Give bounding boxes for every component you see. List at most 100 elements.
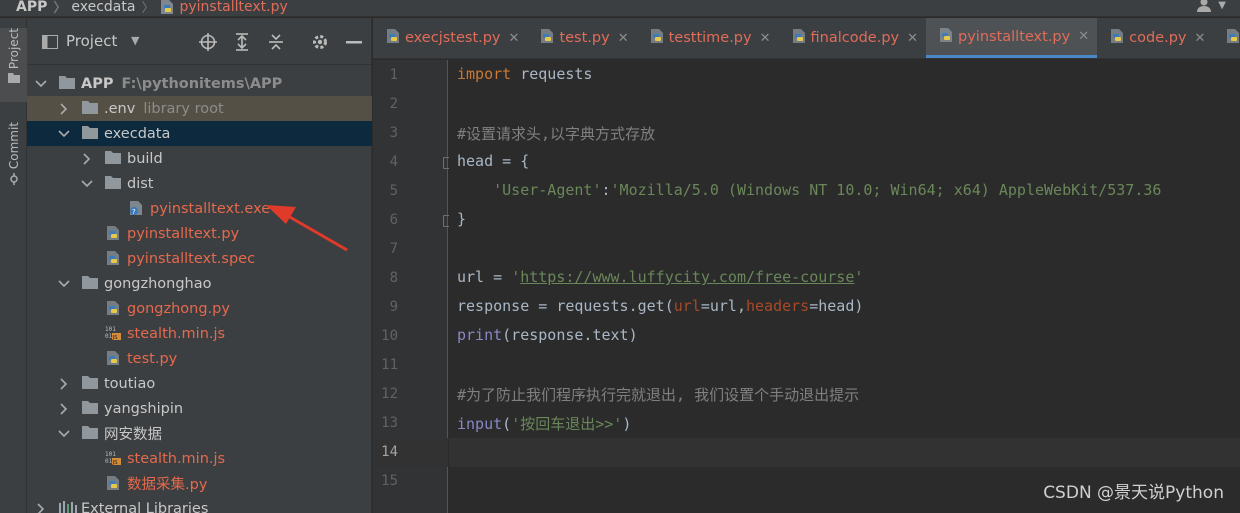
expand-all-icon[interactable] [234,33,250,51]
editor-tab[interactable]: testtime.py ✕ [637,18,779,58]
tree-item-label: test.py [127,350,178,367]
tree-item[interactable]: gongzhong.py [27,296,372,321]
tree-item[interactable]: 101 01 JS stealth.min.js [27,321,372,346]
editor-tab[interactable]: finalcode.py ✕ [779,18,927,58]
chevron-right-icon[interactable] [58,402,70,415]
tree-item-label: pyinstalltext.exe [150,200,271,217]
python-file-icon [649,28,665,48]
tree-item[interactable]: External Libraries [27,496,372,513]
python-file-icon [105,350,121,366]
tree-item[interactable]: gongzhonghao [27,271,372,296]
tree-item[interactable]: 101 01 JS stealth.min.js [27,446,372,471]
line-number: 13 [381,415,398,431]
project-tool-button[interactable]: Project [0,28,27,102]
tree-item[interactable]: pyinstalltext.py [27,221,372,246]
line-number: 12 [381,386,398,402]
tree-item-label: APP F:\pythonitems\APP [81,75,283,92]
tree-item[interactable]: .env library root [27,96,372,121]
line-number: 1 [389,67,398,83]
javascript-file-icon: 101 01 JS [105,325,121,341]
tree-item-label: gongzhonghao [104,275,212,292]
collapse-all-icon[interactable] [268,33,284,51]
tree-item[interactable]: ? pyinstalltext.exe [27,196,372,221]
editor-tab-label: testtime.py [668,30,752,46]
tree-item-label: yangshipin [104,400,184,417]
folder-icon [82,400,98,416]
view-dropdown-icon[interactable]: ▼ [131,34,139,47]
code-line: #为了防止我们程序执行完就退出, 我们设置个手动退出提示 [457,386,860,404]
tree-item[interactable]: 数据采集.py [27,471,372,496]
tree-item-label: toutiao [104,375,156,392]
tree-item[interactable]: test.py [27,346,372,371]
chevron-down-icon[interactable] [58,128,70,140]
chevron-down-icon[interactable] [81,178,93,190]
watermark-text: CSDN @景天说Python [1043,483,1224,503]
chevron-down-icon: ▼ [1218,0,1226,11]
tree-item-label: pyinstalltext.py [127,225,240,242]
python-file-icon [105,225,121,241]
close-icon[interactable]: ✕ [1078,29,1089,44]
gear-icon[interactable] [311,33,329,51]
close-icon[interactable]: ✕ [907,31,918,46]
tree-item[interactable]: pyinstalltext.spec [27,246,372,271]
editor-tab[interactable]: execjstest.py ✕ [373,18,527,58]
tree-item-hint: F:\pythonitems\APP [121,75,283,92]
tree-item-label: 数据采集.py [127,477,208,493]
project-panel-title[interactable]: Project [66,32,117,50]
code-line: print(response.text) [457,326,638,344]
code-line: head = { [457,152,530,170]
chevron-right-icon[interactable] [58,377,70,390]
navigation-bar: APP 〉 execdata 〉 pyinstalltext.py ▼ [0,0,1240,17]
chevron-down-icon[interactable] [35,78,47,90]
tree-item-label: gongzhong.py [127,300,230,317]
current-line-highlight [449,438,1240,467]
line-number: 8 [389,270,398,286]
close-icon[interactable]: ✕ [618,31,629,46]
python-file-icon [539,28,555,48]
chevron-right-icon[interactable] [35,502,47,513]
close-icon[interactable]: ✕ [760,31,771,46]
close-icon[interactable]: ✕ [1195,31,1206,46]
commit-tool-button[interactable]: Commit [0,122,27,196]
python-file-icon [1109,28,1125,48]
editor-tab[interactable]: test.py ✕ [527,18,636,58]
breadcrumb-project[interactable]: APP 〉 [16,0,71,16]
python-file-icon [1225,28,1240,48]
chevron-right-icon[interactable] [81,152,93,165]
code-editor[interactable]: import requests #设置请求头,以字典方式存放 head = { 'U… [449,60,1240,513]
breadcrumb-file[interactable]: pyinstalltext.py [159,0,288,15]
code-line: 'User-Agent':'Mozilla/5.0 (Windows NT 10… [493,181,1162,199]
tree-item[interactable]: execdata [27,121,372,146]
svg-text:?: ? [132,208,136,216]
tree-item[interactable]: yangshipin [27,396,372,421]
locate-file-icon[interactable] [199,33,217,51]
tree-item-label: External Libraries [81,500,209,513]
code-line: url = 'https://www.luffycity.com/free-co… [457,268,864,286]
python-file-icon [385,28,401,48]
editor-tab-label: finalcode.py [810,30,900,46]
chevron-down-icon[interactable] [58,278,70,290]
breadcrumb-project-label: APP [16,0,48,15]
breadcrumb-folder[interactable]: execdata 〉 [71,0,159,16]
editor-tab[interactable]: code.py ✕ [1097,18,1213,58]
tree-item-label: pyinstalltext.spec [127,250,256,267]
tree-item[interactable]: toutiao [27,371,372,396]
user-menu[interactable]: ▼ [1197,0,1226,12]
folder-icon [7,73,20,84]
minimize-icon[interactable] [346,41,362,45]
tree-item[interactable]: 网安数据 [27,421,372,446]
tree-item[interactable]: APP F:\pythonitems\APP [27,71,372,96]
editor-tab[interactable]: pyinstalltext.py ✕ [926,18,1098,58]
folder-icon [59,75,75,91]
editor-tab-label: pyinstalltext.py [958,28,1071,45]
editor-tab[interactable]: urld [1213,18,1240,58]
editor-tab-label: code.py [1129,30,1187,46]
svg-text:JS: JS [112,460,119,466]
line-number: 11 [381,357,398,373]
chevron-right-icon[interactable] [58,102,70,115]
tree-item[interactable]: build [27,146,372,171]
python-file-icon [791,28,807,48]
tree-item[interactable]: dist [27,171,372,196]
chevron-down-icon[interactable] [58,428,70,440]
close-icon[interactable]: ✕ [509,31,520,46]
